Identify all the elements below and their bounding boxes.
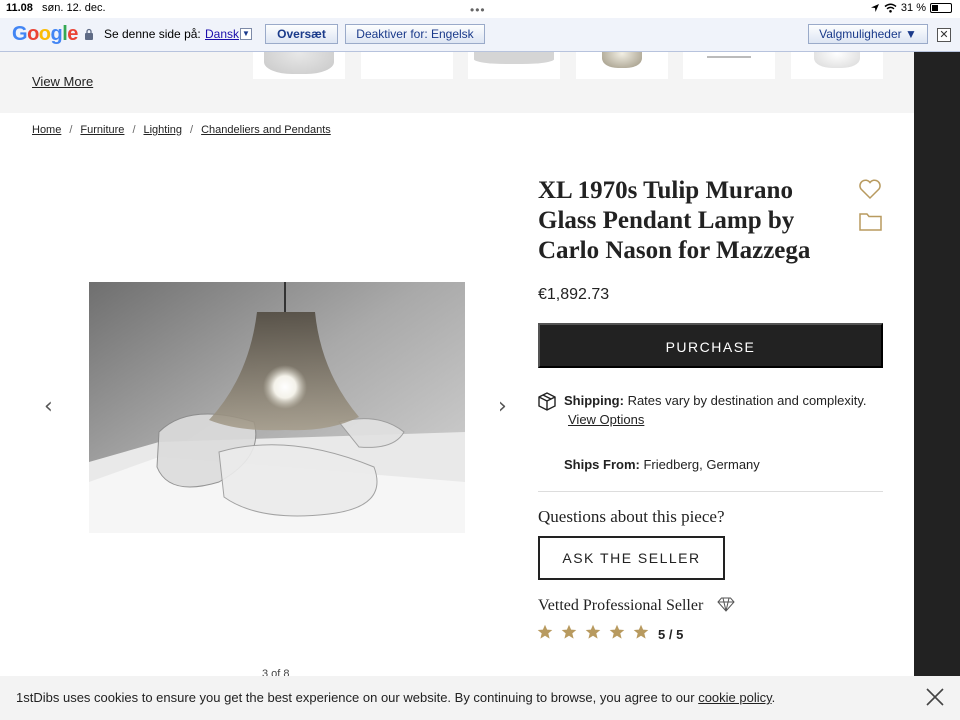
carousel-thumbnail[interactable] xyxy=(683,52,775,79)
lock-icon xyxy=(85,28,93,40)
cookie-banner: 1stDibs uses cookies to ensure you get t… xyxy=(0,676,960,720)
product-title: XL 1970s Tulip Murano Glass Pendant Lamp… xyxy=(538,177,811,264)
shipping-box-icon xyxy=(538,392,556,411)
breadcrumb-furniture[interactable]: Furniture xyxy=(80,124,124,136)
status-date: søn. 12. dec. xyxy=(42,2,106,14)
breadcrumb-chandeliers[interactable]: Chandeliers and Pendants xyxy=(201,124,331,136)
carousel-thumbnail[interactable] xyxy=(791,52,883,79)
status-right: 31 % xyxy=(870,2,952,14)
star-icon xyxy=(585,624,601,639)
shipping-text: Rates vary by destination and complexity… xyxy=(627,393,867,408)
breadcrumb-separator: / xyxy=(69,124,73,136)
shipping-info: Shipping: Rates vary by destination and … xyxy=(564,393,867,408)
translate-options-button[interactable]: Valgmuligheder ▼ xyxy=(808,24,928,44)
purchase-button[interactable]: PURCHASE xyxy=(538,323,883,368)
status-bar: 11.08 søn. 12. dec. ••• 31 % xyxy=(0,0,960,18)
battery-icon xyxy=(930,3,952,13)
language-dropdown-icon[interactable]: ▼ xyxy=(240,28,252,40)
carousel-thumbnail[interactable] xyxy=(361,52,453,79)
language-select[interactable]: Dansk xyxy=(205,27,239,41)
google-translate-bar: Google Se denne side på: Dansk ▼ Oversæt… xyxy=(0,18,960,52)
breadcrumb-lighting[interactable]: Lighting xyxy=(144,124,183,136)
star-icon xyxy=(537,624,553,639)
star-icon xyxy=(561,624,577,639)
close-cookie-banner-icon[interactable] xyxy=(924,686,946,708)
location-icon xyxy=(870,4,879,12)
ask-seller-button[interactable]: ASK THE SELLER xyxy=(538,536,725,580)
view-shipping-options-link[interactable]: View Options xyxy=(568,412,644,427)
cookie-policy-link[interactable]: cookie policy xyxy=(698,690,771,705)
divider xyxy=(538,491,883,492)
cookie-period: . xyxy=(771,690,776,705)
google-logo: Google xyxy=(12,23,78,45)
carousel-thumbnail[interactable] xyxy=(253,52,345,79)
translate-prompt: Se denne side på: xyxy=(104,27,201,41)
star-icon xyxy=(609,624,625,639)
seller-rating-stars xyxy=(537,624,649,640)
shipping-label: Shipping: xyxy=(564,393,624,408)
ships-from-value: Friedberg, Germany xyxy=(643,457,760,472)
disable-translate-button[interactable]: Deaktiver for: Engelsk xyxy=(345,24,485,44)
carousel-thumbnail[interactable] xyxy=(468,52,560,79)
save-to-folder-icon[interactable] xyxy=(858,210,883,232)
wifi-icon xyxy=(884,3,897,13)
close-translate-bar-icon[interactable]: ✕ xyxy=(937,28,951,42)
breadcrumb-home[interactable]: Home xyxy=(32,124,61,136)
cookie-text: 1stDibs uses cookies to ensure you get t… xyxy=(16,690,695,705)
previous-image-arrow-icon[interactable]: ‹ xyxy=(44,394,53,419)
carousel-thumbnail[interactable] xyxy=(576,52,668,79)
breadcrumb: Home / Furniture / Lighting / Chandelier… xyxy=(32,124,331,136)
side-strip xyxy=(914,52,960,676)
more-items-carousel: View More xyxy=(0,52,914,113)
star-icon xyxy=(633,624,649,639)
seller-rating: 5 / 5 xyxy=(658,627,684,642)
multitask-dots-icon[interactable]: ••• xyxy=(470,3,486,17)
breadcrumb-separator: / xyxy=(132,124,136,136)
status-time: 11.08 xyxy=(6,2,33,14)
product-image[interactable] xyxy=(89,282,465,533)
battery-percent: 31 % xyxy=(900,2,926,14)
view-more-link[interactable]: View More xyxy=(32,74,93,89)
pendant-lamp-photo xyxy=(89,282,465,533)
product-price: €1,892.73 xyxy=(538,286,610,303)
breadcrumb-separator: / xyxy=(190,124,194,136)
ships-from: Ships From: Friedberg, Germany xyxy=(564,457,760,472)
next-image-arrow-icon[interactable]: › xyxy=(498,394,507,419)
translate-button[interactable]: Oversæt xyxy=(265,24,338,44)
vetted-seller-label: Vetted Professional Seller xyxy=(538,597,704,614)
favorite-heart-icon[interactable] xyxy=(858,178,882,200)
cookie-text-wrap: 1stDibs uses cookies to ensure you get t… xyxy=(16,690,775,705)
diamond-icon[interactable] xyxy=(717,597,735,612)
ships-from-label: Ships From: xyxy=(564,457,640,472)
questions-heading: Questions about this piece? xyxy=(538,507,725,526)
